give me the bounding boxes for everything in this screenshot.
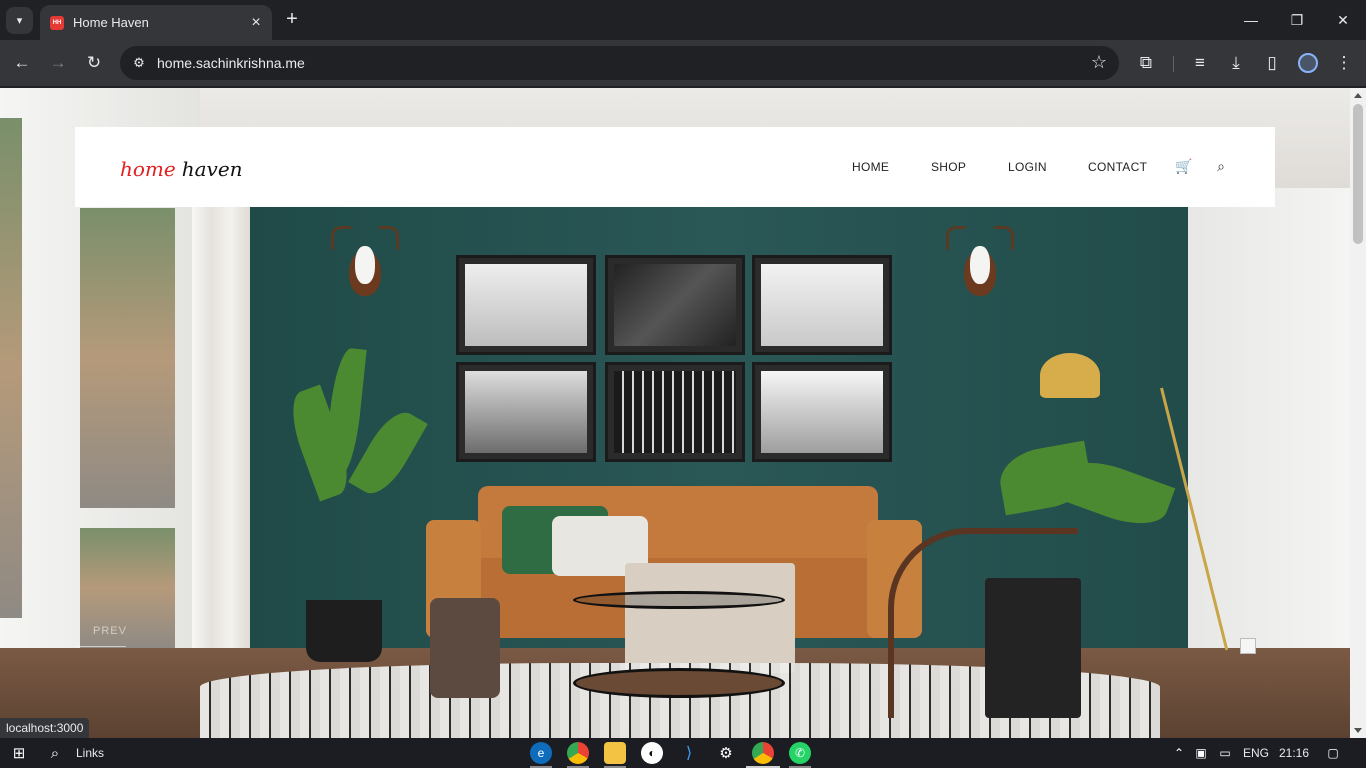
page-scrollbar[interactable] xyxy=(1350,88,1366,738)
slider-prev-arrow[interactable] xyxy=(76,646,126,647)
nav-contact[interactable]: CONTACT xyxy=(1088,160,1147,174)
wall-frame xyxy=(605,362,745,462)
tab-search-button[interactable]: ▾ xyxy=(6,7,33,34)
site-info-icon[interactable]: ⚙ xyxy=(130,54,148,72)
profile-avatar[interactable] xyxy=(1298,53,1318,73)
deer-head-decor xyxy=(331,226,399,296)
app-icon[interactable]: ◐ xyxy=(641,742,663,764)
scroll-up-arrow[interactable] xyxy=(1354,93,1362,98)
forward-icon[interactable]: → xyxy=(46,51,70,75)
close-window-button[interactable]: ✕ xyxy=(1331,8,1355,32)
logo-home: home xyxy=(120,157,176,181)
status-url: localhost:3000 xyxy=(0,718,90,738)
page-viewport: home haven HOME SHOP LOGIN CONTACT 🛒 ⌕ PR… xyxy=(0,88,1350,738)
lamp-shade xyxy=(1040,353,1100,398)
windows-start-icon[interactable]: ⊞ xyxy=(8,742,30,764)
new-tab-button[interactable]: + xyxy=(280,8,304,32)
windows-taskbar: ⊞ ⌕ Links e ◐ ⟩ ⚙ ✆ ⌃ ▣ ▭ ENG 21:16 ▢ xyxy=(0,738,1366,768)
tab-close-icon[interactable]: × xyxy=(244,14,268,32)
slider-prev-button[interactable]: PREV xyxy=(93,625,127,637)
address-bar[interactable]: ⚙ home.sachinkrishna.me ☆ xyxy=(120,46,1119,80)
tab-title: Home Haven xyxy=(73,15,149,30)
tray-chevron-icon[interactable]: ⌃ xyxy=(1168,742,1190,764)
tray-network-icon[interactable]: ▣ xyxy=(1190,742,1212,764)
cart-icon[interactable]: 🛒 xyxy=(1175,158,1192,174)
scroll-thumb[interactable] xyxy=(1353,104,1363,244)
download-icon[interactable]: ⤓ xyxy=(1224,51,1248,75)
restore-button[interactable]: ❐ xyxy=(1285,8,1309,32)
menu-icon[interactable]: ⋮ xyxy=(1332,51,1356,75)
back-icon[interactable]: ← xyxy=(10,51,34,75)
notification-icon[interactable]: ▢ xyxy=(1322,742,1344,764)
coffee-table xyxy=(573,591,785,609)
wall-frame xyxy=(456,362,596,462)
toolbar-separator xyxy=(1173,56,1174,72)
scroll-down-arrow[interactable] xyxy=(1354,728,1362,733)
minimize-button[interactable]: — xyxy=(1239,8,1263,32)
broken-image-icon xyxy=(1240,638,1256,654)
clock-time[interactable]: 21:16 xyxy=(1279,746,1309,760)
tab-strip: ▾ HH Home Haven × + — ❐ ✕ xyxy=(0,0,1366,40)
file-explorer-icon[interactable] xyxy=(604,742,626,764)
deer-head-decor xyxy=(946,226,1014,296)
nav-login[interactable]: LOGIN xyxy=(1008,160,1047,174)
site-header: home haven HOME SHOP LOGIN CONTACT 🛒 ⌕ xyxy=(75,127,1275,207)
vscode-icon[interactable]: ⟩ xyxy=(678,742,700,764)
side-table xyxy=(430,598,500,698)
bookmark-star-icon[interactable]: ☆ xyxy=(1091,52,1107,73)
nav-shop[interactable]: SHOP xyxy=(931,160,966,174)
side-panel-icon[interactable]: ▯ xyxy=(1260,51,1284,75)
site-logo[interactable]: home haven xyxy=(120,157,243,181)
chrome-icon[interactable] xyxy=(567,742,589,764)
media-control-icon[interactable]: ≡ xyxy=(1188,51,1212,75)
wall-frame xyxy=(752,362,892,462)
whatsapp-icon[interactable]: ✆ xyxy=(789,742,811,764)
side-table xyxy=(985,578,1081,718)
wall-frame xyxy=(752,255,892,355)
url-text[interactable]: home.sachinkrishna.me xyxy=(157,55,305,71)
chrome-active-icon[interactable] xyxy=(752,742,774,764)
extensions-icon[interactable]: ⧉ xyxy=(1134,51,1158,75)
throw-blanket xyxy=(625,563,795,673)
browser-toolbar: ← → ↻ ⚙ home.sachinkrishna.me ☆ ⧉ ≡ ⤓ ▯ … xyxy=(0,40,1366,87)
wall-frame xyxy=(605,255,745,355)
taskbar-search-icon[interactable]: ⌕ xyxy=(44,742,66,764)
logo-haven: haven xyxy=(181,157,243,181)
tray-battery-icon[interactable]: ▭ xyxy=(1214,742,1236,764)
search-icon[interactable]: ⌕ xyxy=(1213,158,1229,174)
coffee-table-base xyxy=(573,668,785,698)
language-indicator[interactable]: ENG xyxy=(1243,746,1269,760)
favicon-icon: HH xyxy=(50,15,64,30)
edge-icon[interactable]: e xyxy=(530,742,552,764)
browser-tab[interactable]: HH Home Haven × xyxy=(40,5,272,40)
reload-icon[interactable]: ↻ xyxy=(82,51,106,75)
settings-icon[interactable]: ⚙ xyxy=(715,742,737,764)
wall-frame xyxy=(456,255,596,355)
plant-pot xyxy=(306,600,382,662)
taskbar-search-label[interactable]: Links xyxy=(76,746,104,760)
nav-home[interactable]: HOME xyxy=(852,160,889,174)
